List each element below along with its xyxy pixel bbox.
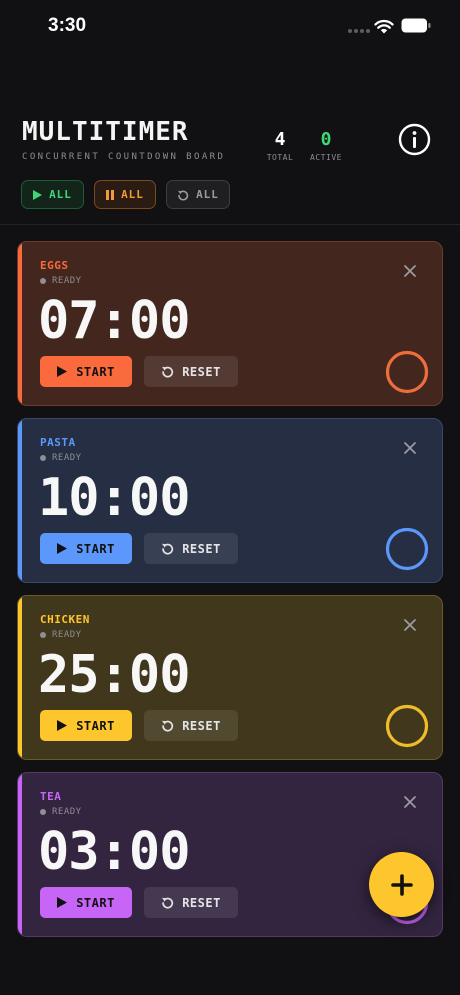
- timer-name: TEA: [40, 790, 62, 803]
- timer-status-label: READY: [52, 453, 82, 463]
- reset-icon: [162, 366, 174, 378]
- card-accent-bar: [18, 242, 22, 405]
- reset-button[interactable]: RESET: [144, 710, 238, 741]
- card-accent-bar: [18, 596, 22, 759]
- reset-label: RESET: [182, 895, 221, 910]
- close-icon[interactable]: [403, 264, 417, 278]
- timer-status-label: READY: [52, 807, 82, 817]
- timer-status: READY: [40, 453, 82, 463]
- start-button[interactable]: START: [40, 356, 132, 387]
- add-timer-button[interactable]: [369, 852, 434, 917]
- play-icon: [57, 366, 68, 377]
- cellular-signal-icon: [348, 29, 370, 33]
- timer-display: 10:00: [38, 468, 191, 528]
- active-count: 0: [320, 129, 332, 150]
- timer-display: 25:00: [38, 645, 191, 705]
- timer-status: READY: [40, 276, 82, 286]
- card-accent-bar: [18, 419, 22, 582]
- start-all-button[interactable]: ALL: [21, 180, 84, 209]
- start-button[interactable]: START: [40, 710, 132, 741]
- pause-all-button[interactable]: ALL: [94, 180, 156, 209]
- card-accent-bar: [18, 773, 22, 936]
- app-subtitle: CONCURRENT COUNTDOWN BOARD: [22, 152, 226, 162]
- timer-display: 07:00: [38, 291, 191, 351]
- plus-icon: [390, 873, 413, 896]
- timer-display: 03:00: [38, 822, 191, 882]
- reset-button[interactable]: RESET: [144, 533, 238, 564]
- reset-label: RESET: [182, 364, 221, 379]
- status-dot: [40, 455, 46, 461]
- status-dot: [40, 632, 46, 638]
- reset-icon: [178, 190, 189, 201]
- start-all-label: ALL: [49, 188, 72, 201]
- timer-status-label: READY: [52, 276, 82, 286]
- timer-card-tea: TEA READY 03:00 START RESET: [17, 772, 443, 937]
- reset-all-label: ALL: [196, 188, 219, 201]
- start-label: START: [76, 364, 115, 379]
- timer-card-chicken: CHICKEN READY 25:00 START RESET: [17, 595, 443, 760]
- close-icon[interactable]: [403, 795, 417, 809]
- status-dot: [40, 809, 46, 815]
- start-label: START: [76, 718, 115, 733]
- timer-name: CHICKEN: [40, 613, 90, 626]
- app-title: MULTITIMER: [22, 117, 189, 147]
- pause-icon: [106, 189, 115, 200]
- progress-ring: [385, 704, 429, 748]
- start-button[interactable]: START: [40, 887, 132, 918]
- header-divider: [0, 224, 460, 225]
- timer-card-eggs: EGGS READY 07:00 START RESET: [17, 241, 443, 406]
- reset-all-button[interactable]: ALL: [166, 180, 230, 209]
- timer-status: READY: [40, 630, 82, 640]
- start-label: START: [76, 895, 115, 910]
- reset-label: RESET: [182, 718, 221, 733]
- reset-label: RESET: [182, 541, 221, 556]
- play-icon: [57, 897, 68, 908]
- reset-icon: [162, 543, 174, 555]
- timer-name: EGGS: [40, 259, 69, 272]
- timer-status: READY: [40, 807, 82, 817]
- wifi-icon: [374, 19, 394, 34]
- close-icon[interactable]: [403, 618, 417, 632]
- active-label: ACTIVE: [310, 153, 342, 162]
- timer-card-pasta: PASTA READY 10:00 START RESET: [17, 418, 443, 583]
- reset-icon: [162, 720, 174, 732]
- reset-icon: [162, 897, 174, 909]
- start-label: START: [76, 541, 115, 556]
- play-icon: [57, 543, 68, 554]
- pause-all-label: ALL: [121, 188, 144, 201]
- timer-status-label: READY: [52, 630, 82, 640]
- close-icon[interactable]: [403, 441, 417, 455]
- timer-name: PASTA: [40, 436, 76, 449]
- progress-ring: [385, 350, 429, 394]
- status-dot: [40, 278, 46, 284]
- progress-ring: [385, 527, 429, 571]
- reset-button[interactable]: RESET: [144, 356, 238, 387]
- play-icon: [57, 720, 68, 731]
- active-stat: 0 ACTIVE: [306, 129, 346, 163]
- status-bar: 3:30: [0, 0, 460, 54]
- start-button[interactable]: START: [40, 533, 132, 564]
- reset-button[interactable]: RESET: [144, 887, 238, 918]
- total-label: TOTAL: [266, 153, 294, 162]
- status-time: 3:30: [48, 15, 87, 36]
- total-stat: 4 TOTAL: [264, 129, 296, 163]
- info-icon[interactable]: [398, 123, 431, 156]
- battery-icon: [401, 18, 431, 33]
- play-icon: [33, 189, 43, 200]
- total-count: 4: [274, 129, 286, 150]
